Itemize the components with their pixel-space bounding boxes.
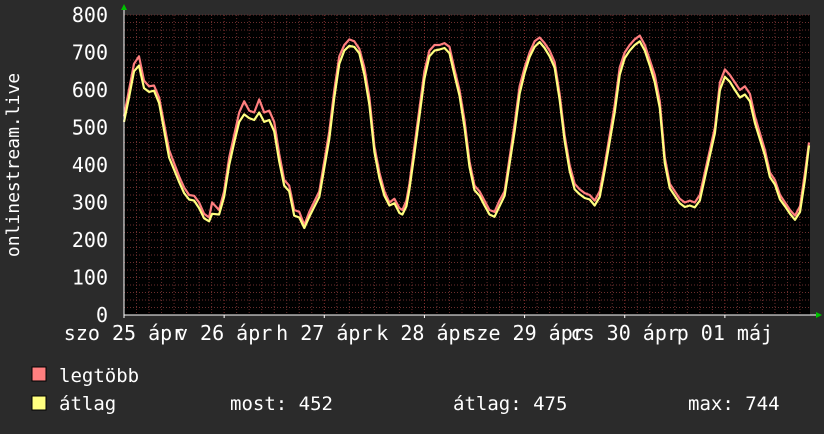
legend: legtöbb átlag: [31, 365, 139, 415]
y-tick-label: 800: [72, 3, 108, 27]
legend-swatch-legtobb: [31, 366, 47, 382]
y-tick-label: 500: [72, 116, 108, 140]
legend-label-atlag: átlag: [59, 393, 116, 415]
legend-swatch-atlag: [31, 395, 47, 411]
stat-atlag: átlag: 475: [453, 393, 567, 415]
x-tick-label: szo 25 ápr: [64, 321, 184, 345]
stat-most: most: 452: [230, 393, 333, 415]
y-tick-label: 300: [72, 191, 108, 215]
y-tick-label: 600: [72, 78, 108, 102]
y-tick-label: 100: [72, 266, 108, 290]
legend-label-legtobb: legtöbb: [59, 365, 139, 387]
stat-max: max: 744: [688, 393, 780, 415]
x-tick-label: cs 30 ápr: [571, 321, 679, 345]
x-tick-labels: szo 25 áprv 26 ápr h 27 ápr k 28 áprsze 29…: [64, 315, 773, 345]
y-tick-label: 200: [72, 228, 108, 252]
x-tick-label: p 01 máj: [677, 321, 773, 345]
chart-svg: 0100200300400500600700800 szo 25 áprv 26…: [3, 3, 822, 415]
x-tick-label: h 27 ápr: [276, 321, 372, 345]
y-axis-arrow-icon: [121, 4, 127, 10]
x-tick-label: k 28 ápr: [376, 321, 472, 345]
x-axis-arrow-icon: [816, 312, 822, 318]
y-axis-label: onlinestream.live: [3, 73, 24, 257]
y-tick-labels: 0100200300400500600700800: [72, 3, 108, 327]
x-tick-label: v 26 ápr: [176, 321, 272, 345]
x-tick-label: sze 29 ápr: [464, 321, 584, 345]
chart-root: 0 100 200 300 400 500 600 700 800 szo 25 ápr v 26…: [0, 0, 824, 430]
y-tick-label: 700: [72, 41, 108, 65]
y-tick-label: 400: [72, 153, 108, 177]
